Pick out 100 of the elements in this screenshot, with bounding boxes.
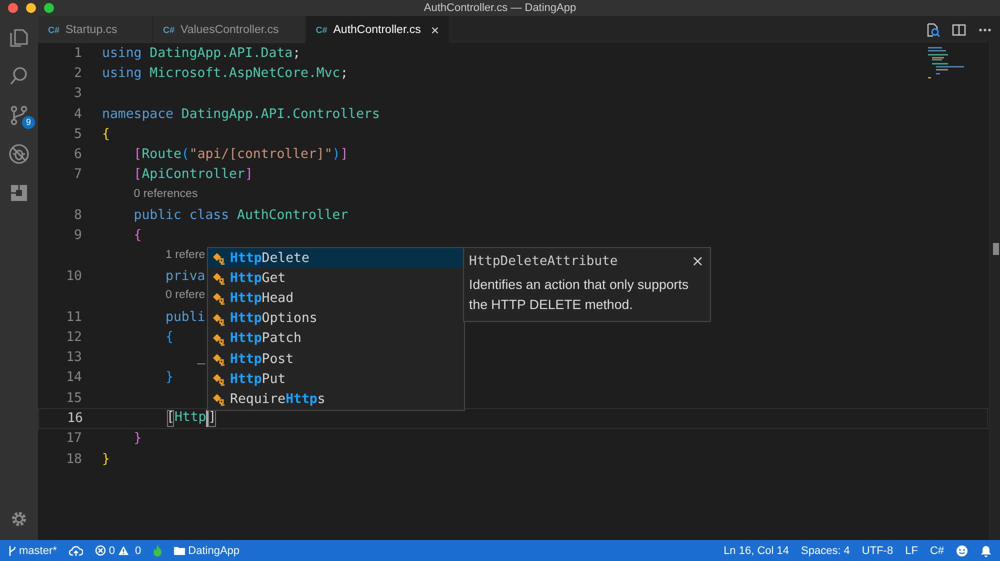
error-icon bbox=[94, 545, 106, 556]
line-number: 10 bbox=[65, 268, 83, 284]
class-icon bbox=[212, 372, 226, 386]
line-number: 5 bbox=[73, 126, 83, 142]
code-token: Microsoft.AspNetCore.Mvc bbox=[150, 66, 340, 81]
suggestion-item[interactable]: HttpOptions bbox=[208, 308, 464, 329]
line-number: 4 bbox=[73, 106, 83, 122]
code-token: { bbox=[134, 228, 142, 244]
suggestion-item[interactable]: RequireHttps bbox=[208, 389, 464, 410]
files-icon[interactable] bbox=[8, 26, 30, 48]
code-token: public class bbox=[134, 208, 230, 224]
line-number: 16 bbox=[66, 410, 84, 426]
smiley-icon[interactable] bbox=[956, 544, 968, 556]
scrollbar-thumb[interactable] bbox=[993, 243, 999, 255]
code-token: } bbox=[102, 452, 110, 467]
code-token: { bbox=[102, 126, 110, 142]
suggestion-item[interactable]: HttpPut bbox=[208, 369, 464, 390]
matching-bracket: ] bbox=[208, 410, 216, 427]
code-token: ; bbox=[292, 46, 301, 61]
close-button[interactable] bbox=[8, 3, 18, 13]
bell-icon[interactable] bbox=[980, 544, 992, 556]
suggestion-item[interactable]: HttpPost bbox=[208, 348, 464, 370]
line-number: 1 bbox=[73, 46, 83, 61]
details-description: Identifies an action that only supports the HTTP DELETE method. bbox=[469, 276, 690, 314]
code-token: _ bbox=[197, 350, 206, 366]
suggestion-item[interactable]: HttpGet bbox=[208, 268, 464, 288]
code-token: { bbox=[166, 330, 174, 345]
class-icon bbox=[212, 392, 226, 406]
split-editor-icon[interactable] bbox=[952, 22, 966, 36]
line-number: 18 bbox=[65, 452, 83, 467]
code-token: Http bbox=[174, 410, 206, 427]
line-number: 13 bbox=[65, 350, 83, 366]
tab-label: AuthController.cs bbox=[333, 24, 421, 36]
class-icon bbox=[212, 251, 226, 266]
csharp-icon: C# bbox=[316, 24, 328, 34]
csharp-icon: C# bbox=[48, 24, 60, 34]
extensions-icon[interactable] bbox=[8, 182, 30, 204]
line-number: 2 bbox=[73, 66, 83, 81]
line-number: 17 bbox=[65, 431, 83, 446]
problems-indicator[interactable]: 0 0 bbox=[94, 544, 142, 556]
class-icon bbox=[212, 352, 226, 366]
line-number: 7 bbox=[73, 167, 83, 182]
code-token: AuthController bbox=[237, 208, 348, 224]
code-token: "api/[controller]" bbox=[189, 147, 332, 162]
code-token: Route bbox=[142, 147, 182, 162]
status-item[interactable]: UTF-8 bbox=[862, 544, 894, 556]
close-details-button[interactable]: × bbox=[691, 252, 704, 270]
status-item[interactable]: C# bbox=[930, 544, 944, 556]
status-item[interactable]: LF bbox=[905, 544, 918, 556]
search-icon[interactable] bbox=[8, 65, 30, 87]
code-token: ApiController bbox=[142, 167, 245, 182]
line-number: 14 bbox=[65, 370, 83, 386]
code-token: priva bbox=[166, 268, 206, 284]
line-number: 12 bbox=[65, 330, 83, 345]
code-token: ] bbox=[244, 167, 253, 182]
text-cursor bbox=[206, 410, 208, 427]
source-control-icon[interactable] bbox=[8, 104, 30, 126]
editor-tab[interactable]: C# ValuesController.cs bbox=[153, 16, 306, 43]
notification-badge: 9 bbox=[22, 116, 35, 129]
suggestion-item[interactable]: HttpDelete bbox=[208, 248, 464, 268]
code-lens-link[interactable]: 1 refere bbox=[166, 248, 206, 264]
branch-indicator[interactable]: master* bbox=[8, 544, 57, 556]
details-title: HttpDeleteAttribute bbox=[469, 254, 618, 268]
line-number: 3 bbox=[73, 86, 83, 102]
window-title: AuthController.cs — DatingApp bbox=[424, 2, 576, 14]
matching-bracket: [ bbox=[166, 410, 174, 427]
code-lens-link[interactable]: 0 refere bbox=[166, 289, 206, 304]
maximize-button[interactable] bbox=[44, 3, 54, 13]
editor-tab[interactable]: C# Startup.cs bbox=[38, 16, 153, 43]
code-token: namespace bbox=[102, 106, 174, 122]
code-token: ) bbox=[332, 147, 340, 162]
warning-icon bbox=[118, 545, 130, 556]
tab-label: Startup.cs bbox=[66, 24, 118, 36]
status-item[interactable]: Ln 16, Col 14 bbox=[724, 544, 789, 556]
close-tab-button[interactable]: × bbox=[430, 22, 440, 38]
suggestion-item[interactable]: HttpPatch bbox=[208, 328, 464, 349]
code-token: using bbox=[102, 66, 142, 81]
code-token: } bbox=[134, 431, 142, 446]
class-icon bbox=[212, 271, 226, 286]
class-icon bbox=[212, 312, 226, 326]
status-item[interactable]: Spaces: 4 bbox=[801, 544, 850, 556]
minimize-button[interactable] bbox=[26, 3, 36, 13]
class-icon bbox=[212, 291, 226, 306]
folder-icon bbox=[174, 546, 186, 555]
no-bug-icon[interactable] bbox=[8, 143, 30, 165]
editor-tab[interactable]: C# AuthController.cs × bbox=[306, 16, 450, 43]
line-number: 6 bbox=[73, 147, 83, 162]
csharp-icon: C# bbox=[163, 24, 175, 34]
folder-indicator[interactable]: DatingApp bbox=[174, 544, 240, 556]
search-file-icon[interactable] bbox=[926, 22, 940, 36]
settings-icon[interactable] bbox=[10, 510, 28, 528]
code-token: ( bbox=[181, 147, 190, 162]
tab-label: ValuesController.cs bbox=[180, 24, 279, 36]
branch-icon bbox=[8, 544, 16, 556]
code-token: publi bbox=[166, 310, 206, 324]
line-number: 8 bbox=[73, 208, 83, 224]
code-token: ] bbox=[340, 147, 348, 162]
suggestion-item[interactable]: HttpHead bbox=[208, 288, 464, 309]
code-lens-link[interactable]: 0 references bbox=[134, 188, 198, 203]
cloud-upload-icon[interactable] bbox=[68, 544, 83, 556]
